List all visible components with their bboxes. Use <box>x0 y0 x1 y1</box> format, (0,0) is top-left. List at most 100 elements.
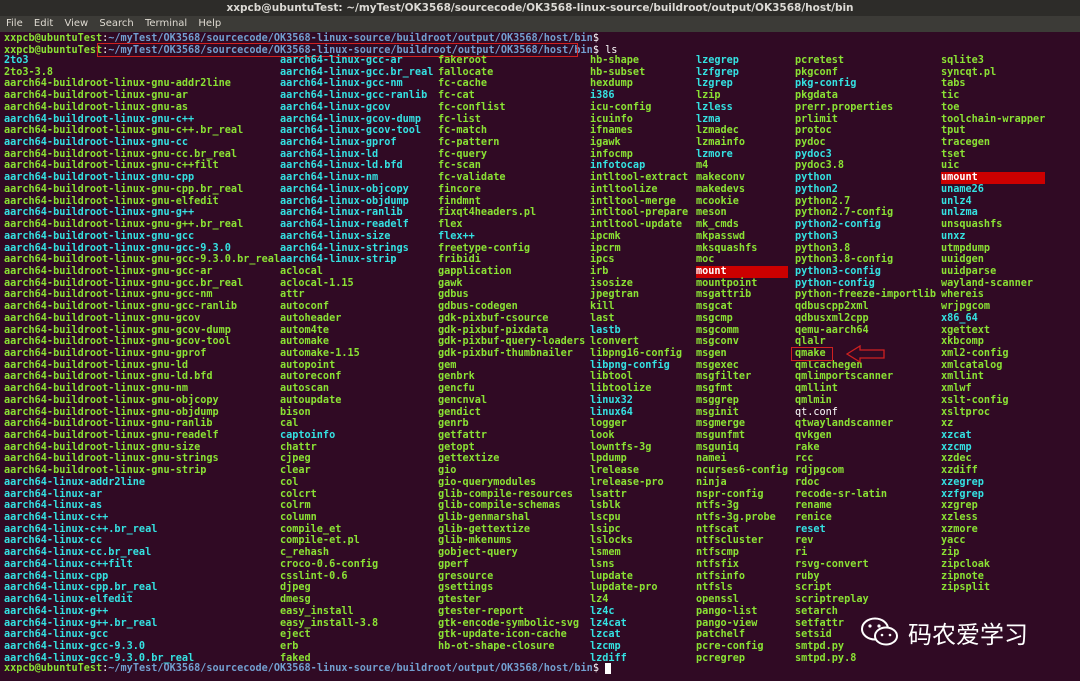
ls-entry: ntfscat <box>696 523 739 535</box>
ls-entry: aarch64-buildroot-linux-gnu-cpp <box>4 172 195 184</box>
ls-entry: python3-config <box>795 265 881 277</box>
menu-file[interactable]: File <box>4 16 25 32</box>
ls-entry: pkgconf <box>795 66 838 78</box>
ls-entry: glib-mkenums <box>438 535 512 547</box>
ls-entry: libtoolize <box>590 383 652 395</box>
ls-entry: pango-list <box>696 605 758 617</box>
ls-entry: automake <box>280 336 330 348</box>
ls-entry: mk_cmds <box>696 219 739 231</box>
ls-entry: aarch64-buildroot-linux-gnu-gcc <box>4 230 195 242</box>
ls-entry: lz4cat <box>590 617 627 629</box>
ls-entry: lz4c <box>590 605 615 617</box>
ls-entry: cal <box>280 418 299 430</box>
ls-entry: autoreconf <box>280 371 342 383</box>
ls-entry: getfattr <box>438 430 488 441</box>
ls-entry: autoscan <box>280 383 330 395</box>
ls-entry: jpegtran <box>590 289 640 301</box>
ls-entry: fincore <box>438 183 481 195</box>
qmake-highlight-box <box>791 347 833 361</box>
ls-entry: aarch64-buildroot-linux-gnu-gcc-nm <box>4 289 213 301</box>
ls-entry: fc-match <box>438 125 488 137</box>
ls-entry: prerr.properties <box>795 101 894 113</box>
ls-entry: findmnt <box>438 195 481 207</box>
ls-entry: qvkgen <box>795 430 832 441</box>
ls-entry: gdk-pixbuf-csource <box>438 312 549 324</box>
ls-entry: unlzma <box>941 207 978 219</box>
ls-entry: aarch64-linux-objcopy <box>280 183 409 195</box>
ls-entry: aarch64-buildroot-linux-gnu-gcov-tool <box>4 336 231 348</box>
ls-entry: lsns <box>590 558 615 570</box>
ls-entry: scriptreplay <box>795 594 869 606</box>
ls-entry: aarch64-buildroot-linux-gnu-gcc-9.3.0.br… <box>4 254 281 266</box>
ls-entry: ipcrm <box>590 242 621 254</box>
ls-column-2: aarch64-linux-gcc-ar aarch64-linux-gcc.br… <box>280 55 433 664</box>
ls-entry: qmllint <box>795 383 838 395</box>
ls-entry: ntfsfix <box>696 558 739 570</box>
ls-entry: lsattr <box>590 488 627 500</box>
ls-entry: lzip <box>696 90 721 102</box>
ls-entry: aarch64-buildroot-linux-gnu-readelf <box>4 430 219 441</box>
ls-entry: lzfgrep <box>696 66 739 78</box>
ls-entry: fc-cat <box>438 90 475 102</box>
ls-entry: aarch64-linux-gcc.br_real <box>280 66 434 78</box>
ls-entry: fribidi <box>438 254 481 266</box>
ls-entry: lpdump <box>590 453 627 465</box>
menu-terminal[interactable]: Terminal <box>143 16 189 32</box>
ls-entry: qmlmin <box>795 394 832 406</box>
ls-column-7: sqlite3 syncqt.pl tabs tic toe toolchain-wrap… <box>941 55 1046 594</box>
ls-entry: python3.8-config <box>795 254 894 266</box>
ls-entry: aarch64-linux-elfedit <box>4 594 133 606</box>
ls-entry: patchelf <box>696 629 746 641</box>
ls-entry: glib-compile-resources <box>438 488 573 500</box>
ls-entry: autoupdate <box>280 394 342 406</box>
ls-entry: aarch64-buildroot-linux-gnu-addr2line <box>4 78 231 90</box>
ls-entry: aarch64-linux-g++.br_real <box>4 617 158 629</box>
ls-entry: lrelease-pro <box>590 476 664 488</box>
ls-entry: rcc <box>795 453 814 465</box>
menu-help[interactable]: Help <box>196 16 223 32</box>
ls-entry: prlimit <box>795 113 838 125</box>
ls-entry: glib-genmarshal <box>438 512 531 524</box>
ls-entry: genrb <box>438 418 469 430</box>
ls-entry: syncqt.pl <box>941 66 997 78</box>
ls-entry: python2.7 <box>795 195 851 207</box>
ls-entry: aarch64-linux-nm <box>280 172 379 184</box>
menu-view[interactable]: View <box>62 16 90 32</box>
ls-entry: lzcmp <box>590 640 621 652</box>
ls-entry: pango-view <box>696 617 758 629</box>
ls-entry: whereis <box>941 289 984 301</box>
ls-column-4: hb-shape hb-subset hexdump i386 icu-config ic… <box>590 55 688 664</box>
ls-entry: croco-0.6-config <box>280 558 379 570</box>
ls-entry: intltool-prepare <box>590 207 689 219</box>
ls-entry: compile_et <box>280 523 342 535</box>
ls-entry: pcretest <box>795 55 845 66</box>
menu-edit[interactable]: Edit <box>32 16 55 32</box>
ls-entry: autoconf <box>280 301 330 313</box>
ls-entry: aarch64-buildroot-linux-gnu-gcov <box>4 312 201 324</box>
ls-entry: python-config <box>795 277 875 289</box>
prompt-line-3: xxpcb@ubuntuTest:~/myTest/OK3568/sourcec… <box>4 663 612 675</box>
ls-entry: kill <box>590 301 615 313</box>
ls-entry: gdk-pixbuf-thumbnailer <box>438 347 573 359</box>
ls-entry: script <box>795 582 832 594</box>
ls-entry: aarch64-linux-cpp <box>4 570 109 582</box>
ls-entry: getopt <box>438 441 475 453</box>
ls-entry: aarch64-buildroot-linux-gnu-ranlib <box>4 418 213 430</box>
ls-entry: ntfs-3g <box>696 500 739 512</box>
ls-entry: ntfsinfo <box>696 570 746 582</box>
ls-entry: xmlcatalog <box>941 359 1003 371</box>
ls-entry: lzgrep <box>696 78 733 90</box>
ls-entry: lzegrep <box>696 55 739 66</box>
ls-entry: zipnote <box>941 570 984 582</box>
prompt-path: ~/myTest/OK3568/sourcecode/OK3568-linux-… <box>108 663 593 674</box>
ls-entry: easy_install-3.8 <box>280 617 379 629</box>
menu-search[interactable]: Search <box>97 16 135 32</box>
ls-entry: aarch64-buildroot-linux-gnu-objcopy <box>4 394 219 406</box>
ls-entry: msgmerge <box>696 418 746 430</box>
watermark: 码农爱学习 <box>860 615 1028 649</box>
ls-entry: captoinfo <box>280 430 336 441</box>
ls-entry: bison <box>280 406 311 418</box>
ls-entry: fc-query <box>438 148 488 160</box>
ls-entry: attr <box>280 289 305 301</box>
ls-entry: clear <box>280 465 311 477</box>
